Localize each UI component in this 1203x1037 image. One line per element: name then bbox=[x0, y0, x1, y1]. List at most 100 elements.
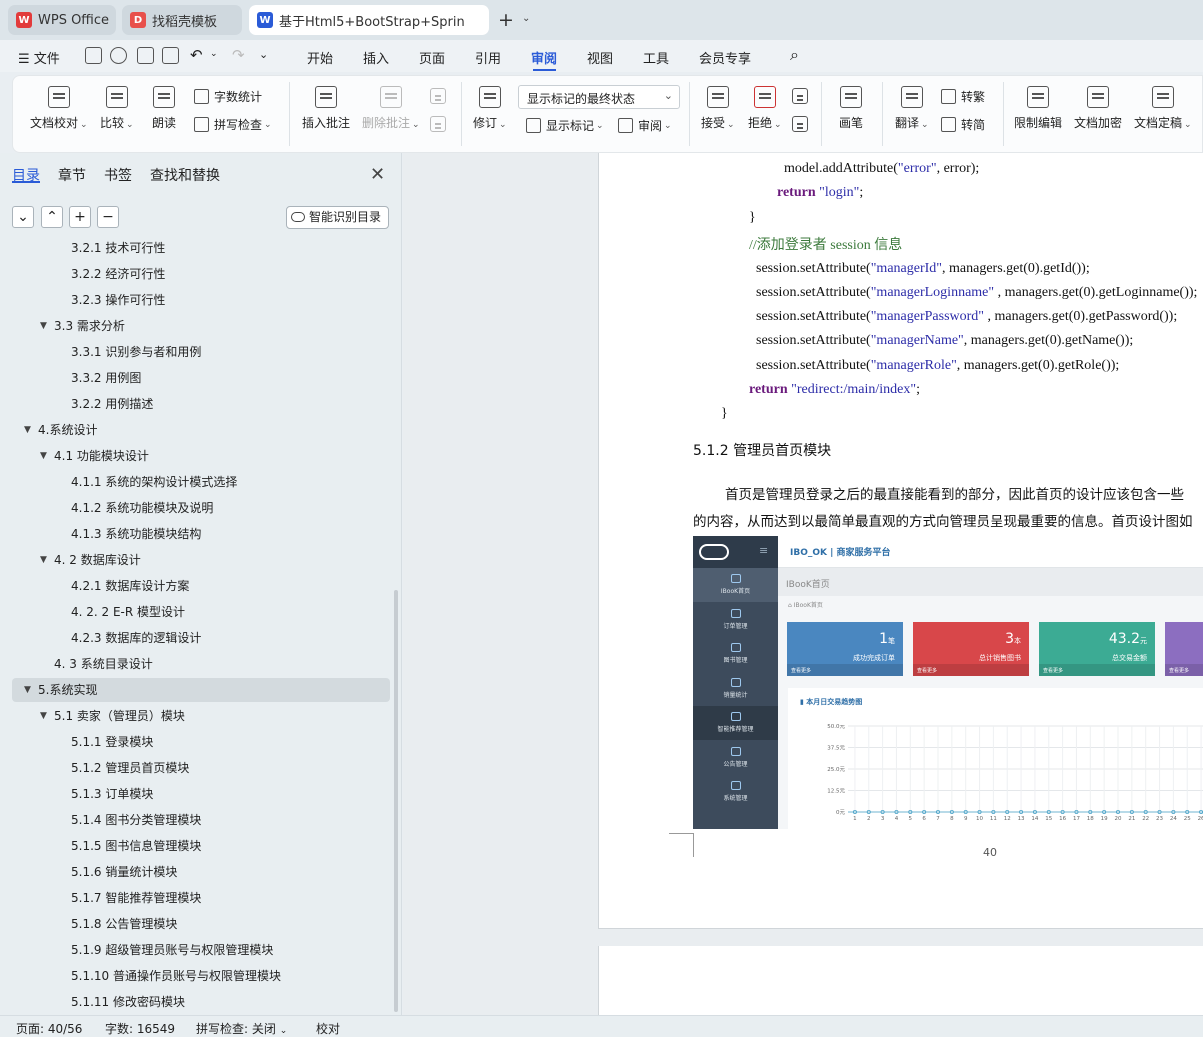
pen-button[interactable]: 画笔 bbox=[839, 86, 863, 131]
toc-item[interactable]: 5.1.5 图书信息管理模块 bbox=[0, 833, 390, 859]
markup-state-select[interactable]: 显示标记的最终状态 ⌄ bbox=[518, 85, 680, 109]
toc-item[interactable]: 3.2.2 用例描述 bbox=[0, 391, 390, 417]
expand-triangle-icon[interactable]: ▼ bbox=[24, 417, 31, 443]
status-page[interactable]: 页面: 40/56 bbox=[16, 1020, 82, 1037]
menu-view[interactable]: 视图 bbox=[587, 48, 613, 67]
toc-item[interactable]: ▼ 5.1 卖家（管理员）模块 bbox=[0, 703, 390, 729]
document-page-next[interactable] bbox=[598, 946, 1203, 1021]
toc-item[interactable]: 5.1.2 管理员首页模块 bbox=[0, 755, 390, 781]
menu-reference[interactable]: 引用 bbox=[475, 48, 501, 67]
chevron-down-icon[interactable]: ⌄ bbox=[522, 13, 530, 24]
toc-item[interactable]: 5.1.11 修改密码模块 bbox=[0, 989, 390, 1015]
toc-item[interactable]: 4. 3 系统目录设计 bbox=[0, 651, 390, 677]
to-simplified-button[interactable]: 转简 bbox=[941, 116, 985, 133]
status-spell[interactable]: 拼写检查: 关闭 ⌄ bbox=[196, 1020, 287, 1037]
status-words[interactable]: 字数: 16549 bbox=[105, 1020, 175, 1037]
toc-item[interactable]: 3.2.2 经济可行性 bbox=[0, 261, 390, 287]
expand-triangle-icon[interactable]: ▼ bbox=[40, 443, 47, 469]
expand-triangle-icon[interactable]: ▼ bbox=[40, 703, 47, 729]
translate-button[interactable]: 翻译 ⌄ bbox=[895, 86, 929, 131]
save-icon[interactable] bbox=[85, 47, 102, 64]
insert-comment-button[interactable]: 插入批注 bbox=[302, 86, 350, 131]
toc-item[interactable]: ▼ 4.系统设计 bbox=[0, 417, 390, 443]
expand-up-button[interactable]: ⌃ bbox=[41, 206, 63, 228]
toc-item[interactable]: 5.1.1 登录模块 bbox=[0, 729, 390, 755]
tab-find-replace[interactable]: 查找和替换 bbox=[150, 165, 220, 185]
expand-triangle-icon[interactable]: ▼ bbox=[24, 677, 31, 703]
toc-item[interactable]: ▼ 3.3 需求分析 bbox=[0, 313, 390, 339]
toc-item[interactable]: 5.1.7 智能推荐管理模块 bbox=[0, 885, 390, 911]
toc-item[interactable]: 3.3.2 用例图 bbox=[0, 365, 390, 391]
file-menu[interactable]: ☰ 文件 bbox=[18, 48, 60, 67]
next-change-button[interactable] bbox=[792, 116, 808, 138]
toc-item[interactable]: 5.1.8 公告管理模块 bbox=[0, 911, 390, 937]
tab-bookmarks[interactable]: 书签 bbox=[104, 165, 132, 185]
doc-proof-button[interactable]: 文档校对 ⌄ bbox=[30, 86, 88, 131]
to-traditional-button[interactable]: 转繁 bbox=[941, 88, 985, 105]
share-icon[interactable] bbox=[110, 47, 127, 64]
tab-document[interactable]: W 基于Html5+BootStrap+Sprin bbox=[249, 5, 489, 35]
smart-toc-button[interactable]: 智能识别目录 bbox=[286, 206, 389, 229]
toc-item[interactable]: 4.1.1 系统的架构设计模式选择 bbox=[0, 469, 390, 495]
doc-encrypt-button[interactable]: 文档加密 bbox=[1074, 86, 1122, 131]
menu-start[interactable]: 开始 bbox=[307, 48, 333, 67]
revise-button[interactable]: 修订 ⌄ bbox=[473, 86, 507, 131]
toc-item[interactable]: 4. 2. 2 E-R 模型设计 bbox=[0, 599, 390, 625]
word-count-button[interactable]: 字数统计 bbox=[194, 88, 262, 105]
print-preview-icon[interactable] bbox=[162, 47, 179, 64]
menu-insert[interactable]: 插入 bbox=[363, 48, 389, 67]
add-heading-button[interactable]: + bbox=[69, 206, 91, 228]
close-icon[interactable]: ✕ bbox=[370, 164, 385, 185]
toc-item[interactable]: 5.1.6 销量统计模块 bbox=[0, 859, 390, 885]
figure-nav-item: 订单管理 bbox=[693, 603, 778, 637]
tab-docer[interactable]: D 找稻壳模板 bbox=[122, 5, 242, 35]
toc-item[interactable]: 5.1.3 订单模块 bbox=[0, 781, 390, 807]
toc-item[interactable]: 3.2.3 操作可行性 bbox=[0, 287, 390, 313]
restrict-edit-button[interactable]: 限制编辑 bbox=[1014, 86, 1062, 131]
compare-button[interactable]: 比较 ⌄ bbox=[100, 86, 134, 131]
toc-scrollbar[interactable] bbox=[394, 590, 398, 1012]
status-proof[interactable]: 校对 bbox=[316, 1020, 340, 1037]
spell-check-button[interactable]: 拼写检查 ⌄ bbox=[194, 116, 272, 133]
menu-review[interactable]: 审阅 bbox=[531, 48, 557, 67]
menu-tools[interactable]: 工具 bbox=[643, 48, 669, 67]
toc-item[interactable]: 3.2.1 技术可行性 bbox=[0, 237, 390, 261]
remove-heading-button[interactable]: − bbox=[97, 206, 119, 228]
reject-button[interactable]: 拒绝 ⌄ bbox=[748, 86, 782, 131]
read-aloud-button[interactable]: 朗读 bbox=[152, 86, 176, 131]
accept-button[interactable]: 接受 ⌄ bbox=[701, 86, 735, 131]
toc-item[interactable]: 3.3.1 识别参与者和用例 bbox=[0, 339, 390, 365]
print-icon[interactable] bbox=[137, 47, 154, 64]
active-tab-underline bbox=[533, 69, 556, 71]
figure-nav-item: 公告管理 bbox=[693, 741, 778, 775]
expand-triangle-icon[interactable]: ▼ bbox=[40, 313, 47, 339]
search-icon[interactable]: ⌕ bbox=[790, 45, 799, 65]
collapse-all-button[interactable]: ⌄ bbox=[12, 206, 34, 228]
menu-member[interactable]: 会员专享 bbox=[699, 48, 751, 67]
expand-triangle-icon[interactable]: ▼ bbox=[40, 547, 47, 573]
more-quick-icon[interactable]: ⌄ bbox=[259, 48, 268, 61]
menu-page[interactable]: 页面 bbox=[419, 48, 445, 67]
toc-item[interactable]: 5.1.10 普通操作员账号与权限管理模块 bbox=[0, 963, 390, 989]
undo-dropdown-icon[interactable]: ⌄ bbox=[210, 49, 218, 59]
toc-item[interactable]: 4.2.1 数据库设计方案 bbox=[0, 573, 390, 599]
toc-item[interactable]: ▼ 4. 2 数据库设计 bbox=[0, 547, 390, 573]
review-pane-button[interactable]: 审阅 ⌄ bbox=[618, 117, 672, 134]
tab-wps-office[interactable]: W WPS Office bbox=[8, 5, 116, 35]
new-tab-icon[interactable]: + bbox=[498, 9, 514, 31]
figure-chart-grid: 50.0元37.5元25.0元12.5元0元1 2 3 4 5 6 7 8 9 10 11 12 13 1… bbox=[827, 724, 1203, 822]
stat-label: 总交易金额 bbox=[1112, 654, 1147, 662]
toc-item[interactable]: ▼ 5.系统实现 bbox=[0, 677, 390, 703]
doc-finalize-button[interactable]: 文档定稿 ⌄ bbox=[1134, 86, 1192, 131]
toc-item[interactable]: ▼ 4.1 功能模块设计 bbox=[0, 443, 390, 469]
show-markup-button[interactable]: 显示标记 ⌄ bbox=[526, 117, 604, 134]
toc-item[interactable]: 5.1.4 图书分类管理模块 bbox=[0, 807, 390, 833]
prev-change-button[interactable] bbox=[792, 88, 808, 110]
toc-item[interactable]: 5.1.9 超级管理员账号与权限管理模块 bbox=[0, 937, 390, 963]
undo-icon[interactable]: ↶ bbox=[190, 46, 203, 64]
doc-proof-icon bbox=[47, 86, 70, 108]
toc-item[interactable]: 4.1.2 系统功能模块及说明 bbox=[0, 495, 390, 521]
tab-chapters[interactable]: 章节 bbox=[58, 165, 86, 185]
toc-item[interactable]: 4.1.3 系统功能模块结构 bbox=[0, 521, 390, 547]
toc-item[interactable]: 4.2.3 数据库的逻辑设计 bbox=[0, 625, 390, 651]
